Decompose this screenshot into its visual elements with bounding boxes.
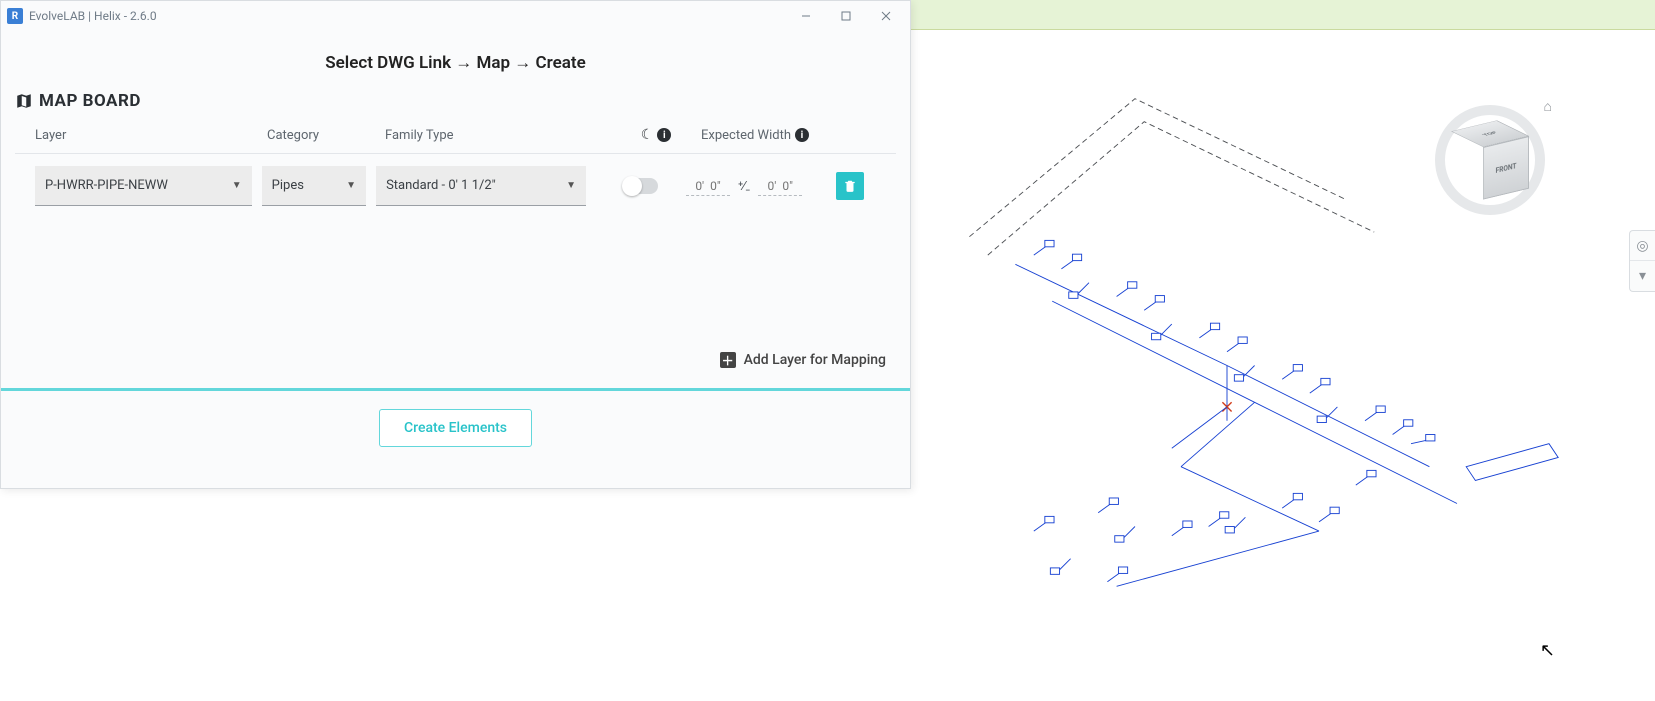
info-icon[interactable]: i	[657, 128, 671, 142]
map-board-title: MAP BOARD	[1, 87, 910, 127]
col-dark-toggle: ☾ i	[611, 127, 701, 143]
info-icon[interactable]: i	[795, 128, 809, 142]
app-icon: R	[7, 8, 23, 24]
chevron-down-icon: ▼	[232, 180, 242, 191]
step-header: Select DWG Link → Map → Create	[1, 31, 910, 87]
map-icon	[15, 92, 33, 110]
plus-icon: ＋	[720, 352, 736, 368]
chevron-down-icon: ▼	[346, 180, 356, 191]
col-layer: Layer	[35, 128, 267, 143]
category-select[interactable]: Pipes▼	[262, 166, 366, 206]
trash-icon	[843, 179, 857, 193]
steering-wheel-icon[interactable]: ◎	[1630, 231, 1655, 261]
expected-width-max[interactable]	[758, 177, 802, 196]
navigation-bar[interactable]: ◎ ▾	[1629, 230, 1655, 292]
family-type-select[interactable]: Standard - 0' 1 1/2"▼	[376, 166, 586, 206]
chevron-down-icon: ▼	[566, 180, 576, 191]
moon-icon: ☾	[641, 127, 654, 143]
plus-minus-icon: ⁺∕₋	[738, 178, 750, 194]
window-titlebar[interactable]: R EvolveLAB | Helix - 2.6.0	[1, 1, 910, 31]
column-headers: Layer Category Family Type ☾ i Expected …	[1, 127, 910, 153]
add-layer-button[interactable]: ＋ Add Layer for Mapping	[1, 346, 910, 378]
expected-width-min[interactable]	[686, 177, 730, 196]
helix-dialog: R EvolveLAB | Helix - 2.6.0 Select DWG L…	[0, 0, 911, 489]
nav-toggle-icon[interactable]: ▾	[1630, 261, 1655, 291]
row-toggle[interactable]	[624, 178, 658, 194]
mapping-row: P-HWRR-PIPE-NEWW▼ Pipes▼ Standard - 0' 1…	[1, 154, 910, 216]
create-elements-button[interactable]: Create Elements	[379, 409, 532, 447]
close-button[interactable]	[866, 2, 906, 30]
viewcube[interactable]: TOP FRONT RIGHT ⌂	[1430, 100, 1550, 220]
window-title: EvolveLAB | Helix - 2.6.0	[29, 9, 786, 23]
model-canvas[interactable]: TOP FRONT RIGHT ⌂ ◎ ▾ ↖	[911, 30, 1655, 701]
col-category: Category	[267, 128, 385, 143]
viewcube-front-face[interactable]: FRONT	[1483, 136, 1529, 200]
viewcube-home-icon[interactable]: ⌂	[1544, 98, 1552, 115]
col-expected-width: Expected Width i	[701, 128, 851, 143]
delete-row-button[interactable]	[836, 172, 864, 200]
mouse-cursor-icon: ↖	[1540, 640, 1555, 661]
layer-select[interactable]: P-HWRR-PIPE-NEWW▼	[35, 166, 252, 206]
maximize-button[interactable]	[826, 2, 866, 30]
minimize-button[interactable]	[786, 2, 826, 30]
col-family-type: Family Type	[385, 128, 611, 143]
